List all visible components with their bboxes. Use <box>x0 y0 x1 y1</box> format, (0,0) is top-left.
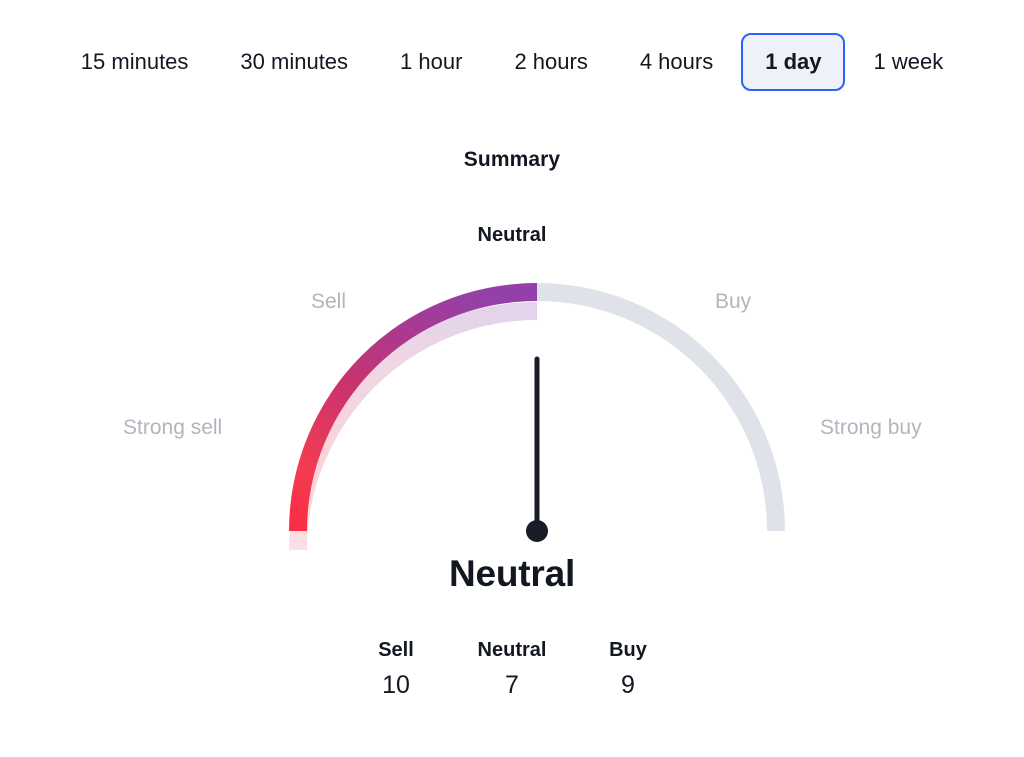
gauge-label-buy: Buy <box>715 290 752 313</box>
gauge-arc-buy-side <box>537 283 785 531</box>
gauge-status-label-top: Neutral <box>477 224 547 246</box>
count-value-neutral: 7 <box>505 671 519 699</box>
gauge-label-sell: Sell <box>311 290 347 313</box>
count-label-neutral: Neutral <box>477 639 547 661</box>
count-cell-sell: Sell 10 <box>338 640 454 698</box>
count-value-sell: 10 <box>382 671 410 699</box>
count-value-buy: 9 <box>621 671 635 699</box>
timeframe-tab-15-minutes[interactable]: 15 minutes <box>57 33 213 91</box>
gauge-verdict: Neutral <box>448 553 576 594</box>
gauge-arc-sell-pale <box>289 302 537 550</box>
signal-counts: Sell 10 Neutral 7 Buy 9 <box>0 640 1024 698</box>
gauge-needle <box>526 356 548 542</box>
gauge-label-strong-buy: Strong buy <box>820 416 922 439</box>
page-title: Summary <box>463 148 561 171</box>
gauge-label-strong-sell: Strong sell <box>123 416 223 439</box>
timeframe-tab-30-minutes[interactable]: 30 minutes <box>216 33 372 91</box>
gauge-needle-pivot <box>526 520 548 542</box>
timeframe-tab-4-hours[interactable]: 4 hours <box>616 33 737 91</box>
gauge-arc-sell <box>289 283 537 531</box>
count-label-buy: Buy <box>609 639 647 661</box>
timeframe-tab-bar: 15 minutes 30 minutes 1 hour 2 hours 4 h… <box>0 0 1024 124</box>
timeframe-tab-1-hour[interactable]: 1 hour <box>376 33 486 91</box>
timeframe-tab-1-day[interactable]: 1 day <box>741 33 846 91</box>
count-cell-neutral: Neutral 7 <box>454 640 570 698</box>
timeframe-tab-2-hours[interactable]: 2 hours <box>490 33 611 91</box>
count-cell-buy: Buy 9 <box>570 640 686 698</box>
timeframe-tab-1-week[interactable]: 1 week <box>849 33 967 91</box>
count-label-sell: Sell <box>378 639 414 661</box>
